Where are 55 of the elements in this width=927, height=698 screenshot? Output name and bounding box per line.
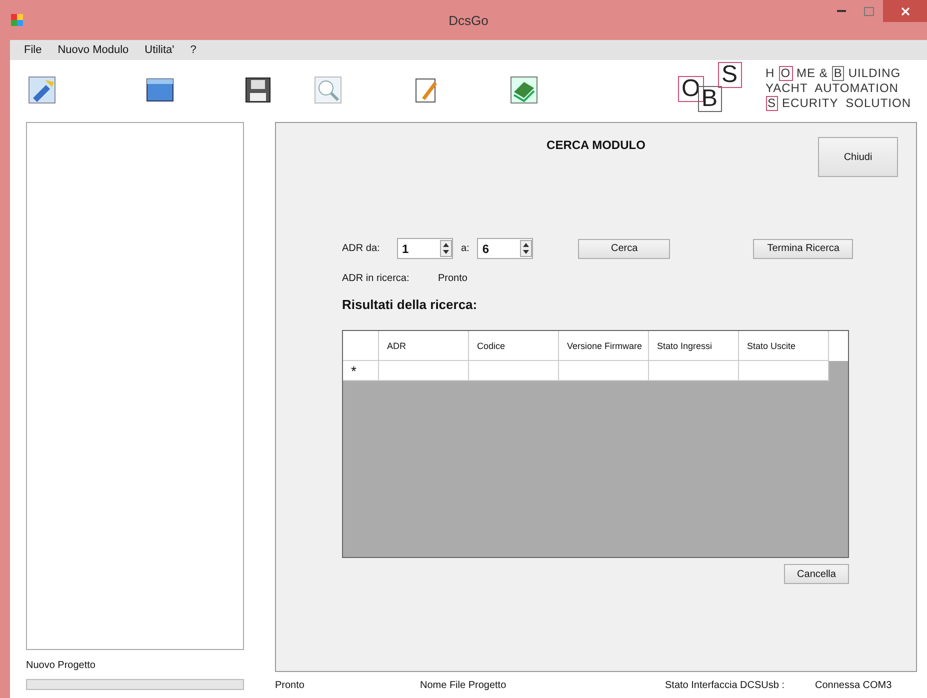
table-cell[interactable] (379, 361, 469, 381)
project-label: Nuovo Progetto (26, 660, 96, 671)
folder-icon[interactable] (146, 76, 174, 104)
status-text: Pronto (275, 680, 306, 690)
from-spinner[interactable]: 1 (397, 238, 453, 259)
to-spinner[interactable]: 6 (477, 238, 534, 259)
logo-tagline: ME & (796, 66, 828, 80)
status-text: Connessa COM3 (815, 680, 893, 690)
logo-letter: S (718, 62, 742, 88)
boxed-letter: S (766, 96, 778, 110)
menu-item[interactable]: Nuovo Modulo (58, 44, 129, 56)
row-header-cell (343, 331, 379, 361)
table-cell[interactable] (559, 361, 649, 381)
logo-tagline: YACHT AUTOMATION (766, 80, 898, 96)
to-label: a: (461, 243, 470, 254)
search-button[interactable]: Cerca (578, 238, 670, 258)
floppy-icon[interactable] (244, 76, 272, 104)
new-row-marker: * (343, 361, 379, 381)
table-cell[interactable] (649, 361, 739, 381)
close-panel-button[interactable]: Chiudi (818, 137, 898, 177)
panel-title: CERCA MODULO (546, 138, 646, 152)
from-label: ADR da: (342, 243, 381, 254)
column-header[interactable]: ADR (379, 331, 469, 361)
search-icon[interactable] (314, 76, 342, 104)
logo-tagline: H (766, 66, 775, 80)
current-adr-value: Pronto (438, 273, 468, 284)
table-cell[interactable] (739, 361, 829, 381)
logo-letter: B (698, 86, 722, 112)
clear-button[interactable]: Cancella (784, 564, 849, 584)
status-text: Stato Interfaccia DCSUsb : (665, 680, 786, 690)
status-text: Nome File Progetto (420, 680, 508, 690)
logo-letter: O (678, 76, 704, 102)
table-cell[interactable] (469, 361, 559, 381)
stop-search-button[interactable]: Termina Ricerca (753, 238, 854, 258)
wrench-icon[interactable] (28, 76, 56, 104)
circuit-board-icon[interactable] (510, 76, 538, 104)
results-heading: Risultati della ricerca: (342, 297, 478, 312)
boxed-letter: O (778, 66, 793, 80)
logo-tagline: UILDING (848, 66, 901, 80)
close-button[interactable] (883, 0, 927, 22)
current-adr-label: ADR in ricerca: (342, 273, 410, 284)
column-header[interactable]: Stato Uscite (739, 331, 829, 361)
menu-item[interactable]: File (24, 44, 42, 56)
maximize-icon (864, 6, 874, 16)
menu-item[interactable]: ? (190, 44, 196, 56)
app-icon (10, 13, 24, 27)
close-icon (900, 6, 910, 16)
menu-item[interactable]: Utilita' (144, 44, 174, 56)
logo-tagline: ECURITY SOLUTION (782, 96, 911, 110)
column-header[interactable]: Versione Firmware (559, 331, 649, 361)
minimize-icon (836, 10, 846, 12)
column-header[interactable]: Stato Ingressi (649, 331, 739, 361)
column-header[interactable]: Codice (469, 331, 559, 361)
window-title: DcsGo (448, 12, 490, 28)
boxed-letter: B (832, 66, 844, 80)
